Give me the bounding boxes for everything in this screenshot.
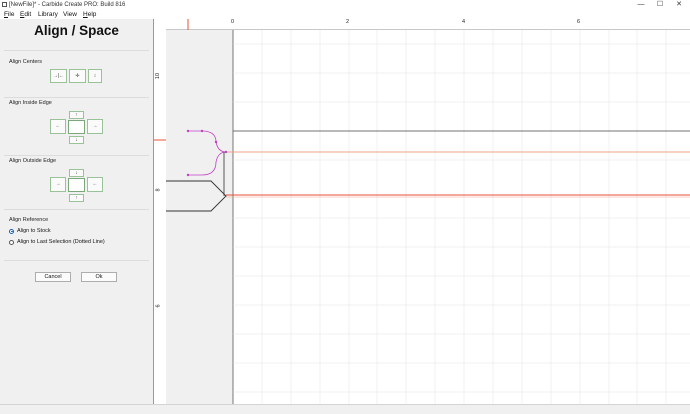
align-outside-top-button[interactable]: ↓ — [69, 169, 84, 177]
panel-title: Align / Space — [34, 23, 119, 38]
align-inside-top-button[interactable]: ↑ — [69, 111, 84, 119]
menu-view[interactable]: View — [62, 10, 78, 19]
ruler-tick-label: 6 — [577, 19, 581, 25]
radio-align-last-selection-label: Align to Last Selection (Dotted Line) — [17, 239, 105, 245]
ruler-tick-label: 2 — [346, 19, 350, 25]
arrow-up-icon: ↑ — [75, 111, 78, 118]
divider — [4, 155, 149, 156]
arrow-left-icon: ← — [55, 123, 61, 129]
divider — [4, 209, 149, 210]
align-reference-label: Align Reference — [9, 217, 49, 223]
ruler-tick-label: 0 — [231, 19, 235, 25]
status-bar — [0, 404, 690, 414]
arrow-right-icon: → — [92, 123, 98, 129]
app-icon — [2, 2, 7, 7]
arrows-vertical-in-icon: ↕ — [93, 72, 97, 79]
minimize-button[interactable]: — — [634, 0, 648, 10]
radio-align-stock-label: Align to Stock — [17, 228, 51, 234]
inside-target-box — [68, 120, 85, 134]
radio-button-checked[interactable] — [9, 228, 14, 234]
vertical-ruler: 10 8 6 — [153, 19, 166, 404]
align-inside-right-button[interactable]: → — [87, 119, 103, 134]
arrow-down-icon: ↓ — [75, 169, 78, 176]
ok-button[interactable]: Ok — [81, 272, 117, 282]
ruler-tick-label: 4 — [462, 19, 466, 25]
align-inside-label: Align Inside Edge — [9, 100, 52, 106]
align-center-vertical-button[interactable]: ↕ — [88, 69, 102, 83]
window-title: [NewFile]* - Carbide Create PRO: Build 8… — [9, 2, 126, 8]
radio-align-last-selection[interactable]: Align to Last Selection (Dotted Line) — [9, 239, 105, 245]
menu-file[interactable]: File — [3, 10, 16, 19]
align-inside-left-button[interactable]: ← — [50, 119, 66, 134]
outside-target-box — [68, 178, 85, 192]
align-space-panel: Align / Space Align Centers →|← ✛ ↕ Alig… — [0, 19, 153, 404]
arrow-left-icon: ← — [92, 181, 98, 187]
radio-align-stock[interactable]: Align to Stock — [9, 228, 51, 234]
ruler-tick-label: 6 — [155, 304, 162, 308]
node-point[interactable] — [224, 150, 228, 154]
align-outside-label: Align Outside Edge — [9, 158, 57, 164]
arrow-up-icon: ↑ — [75, 194, 78, 201]
align-center-horizontal-button[interactable]: →|← — [50, 69, 67, 83]
grid — [233, 30, 690, 404]
arrows-horizontal-in-icon: →|← — [52, 72, 65, 79]
cancel-button[interactable]: Cancel — [35, 272, 71, 282]
node-point[interactable] — [200, 129, 204, 133]
horizontal-ruler-ticks — [187, 19, 189, 30]
ruler-tick-label: 10 — [155, 72, 162, 80]
arrow-right-icon: → — [55, 181, 61, 187]
arrow-down-icon: ↓ — [75, 136, 78, 143]
menu-edit[interactable]: Edit — [19, 10, 32, 19]
node-point[interactable] — [186, 129, 190, 133]
menu-bar: File Edit Library View Help — [0, 10, 690, 19]
horizontal-ruler: 0 2 4 6 — [166, 19, 690, 30]
radio-button[interactable] — [9, 239, 14, 245]
align-outside-right-button[interactable]: ← — [87, 177, 103, 192]
maximize-button[interactable]: ☐ — [653, 0, 667, 10]
menu-library[interactable]: Library — [37, 10, 59, 19]
align-center-both-button[interactable]: ✛ — [69, 69, 86, 83]
divider — [4, 260, 149, 261]
divider — [4, 50, 149, 51]
ruler-tick-label: 8 — [155, 188, 162, 192]
align-outside-bottom-button[interactable]: ↑ — [69, 194, 84, 202]
title-bar: [NewFile]* - Carbide Create PRO: Build 8… — [0, 0, 690, 10]
align-inside-bottom-button[interactable]: ↓ — [69, 136, 84, 144]
arrows-center-icon: ✛ — [75, 72, 80, 79]
close-button[interactable]: ✕ — [672, 0, 686, 10]
align-centers-label: Align Centers — [9, 59, 43, 65]
menu-help[interactable]: Help — [82, 10, 97, 19]
node-point[interactable] — [214, 140, 218, 144]
node-point[interactable] — [186, 173, 190, 177]
design-canvas[interactable] — [166, 30, 690, 404]
divider — [4, 97, 149, 98]
align-outside-left-button[interactable]: → — [50, 177, 66, 192]
off-stock-area — [166, 30, 233, 404]
canvas-drawing[interactable] — [166, 30, 690, 404]
